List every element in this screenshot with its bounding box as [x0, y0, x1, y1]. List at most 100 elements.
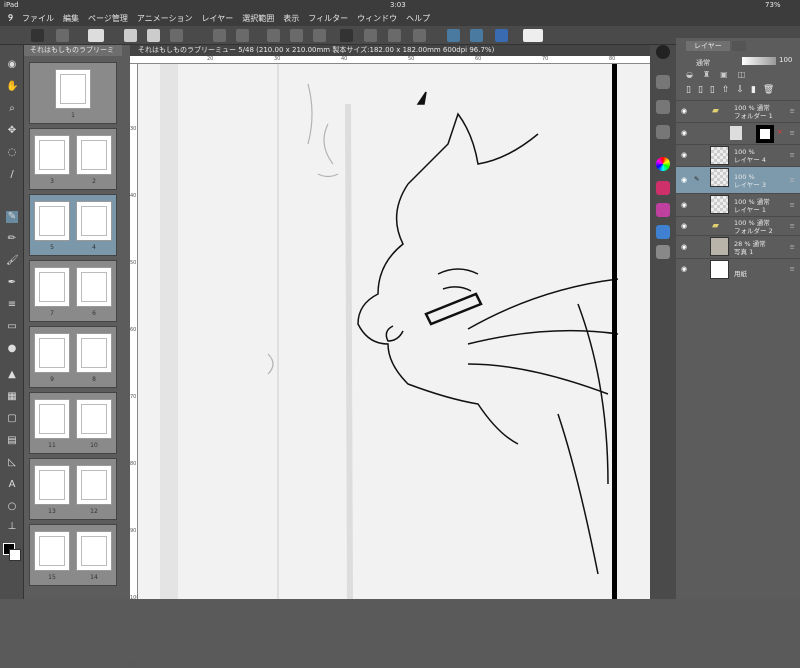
document-tab[interactable]: それはもしものラブリーミュー 5/48 (210.00 x 210.00mm 製… [130, 45, 650, 56]
transform-icon[interactable] [313, 29, 326, 42]
pencil-tool-icon[interactable]: ✏ [6, 233, 18, 245]
page-spread[interactable]: 1 [29, 62, 117, 124]
help-icon[interactable] [523, 29, 543, 42]
move-tool-icon[interactable]: ✥ [6, 125, 18, 137]
visibility-eye-icon[interactable]: ◉ [681, 107, 687, 115]
magnifier-icon[interactable]: ⌕ [6, 103, 18, 115]
quick-access-icon[interactable] [656, 45, 670, 59]
drag-handle-icon[interactable]: ≡ [790, 107, 795, 115]
page-spread[interactable]: 98 [29, 326, 117, 388]
ruler-tool-icon[interactable]: ◺ [6, 457, 18, 469]
layer-row[interactable]: ◉ ✎ 100 % レイヤー 3 ≡ [676, 166, 800, 193]
page-thumbnail[interactable] [76, 201, 112, 241]
page-spread[interactable]: 32 [29, 128, 117, 190]
app-logo-icon[interactable]: ୨ [8, 13, 13, 24]
clear-selection-icon[interactable] [267, 29, 280, 42]
drag-handle-icon[interactable]: ≡ [790, 129, 795, 137]
page-panel-tab[interactable]: それはもしものラブリーミ [24, 45, 122, 56]
pen-tool-icon[interactable]: ✎ [6, 211, 18, 223]
opacity-slider[interactable] [742, 57, 776, 65]
gradient-tool-icon[interactable]: ▦ [6, 391, 18, 403]
layer-lock-icons[interactable]: ◒♜▣◫ [686, 70, 796, 80]
layer-row[interactable]: ◉ ▰ 100 % 通常 フォルダー 2 ≡ [676, 216, 800, 235]
page-thumbnail[interactable] [34, 465, 70, 505]
text-tool-icon[interactable]: A [6, 479, 18, 491]
page-thumbnail[interactable] [34, 333, 70, 373]
zoom-tool-icon[interactable]: ◉ [6, 59, 18, 71]
menu-page[interactable]: ページ管理 [88, 13, 128, 24]
page-thumbnail[interactable] [34, 267, 70, 307]
lasso-tool-icon[interactable]: ◌ [6, 147, 18, 159]
airbrush-tool-icon[interactable]: ✒ [6, 277, 18, 289]
layer-panel-tab[interactable]: レイヤー [686, 41, 730, 51]
menu-edit[interactable]: 編集 [63, 13, 79, 24]
layer-property-tab[interactable] [732, 41, 746, 51]
visibility-eye-icon[interactable]: ◉ [681, 222, 687, 230]
tool-property-icon[interactable] [656, 100, 670, 114]
brush-size-icon[interactable] [656, 125, 670, 139]
drag-handle-icon[interactable]: ≡ [790, 176, 795, 184]
drawing-canvas[interactable] [138, 64, 650, 600]
layer-row[interactable]: ◉ ▰ 100 % 通常 フォルダー 1 ≡ [676, 100, 800, 122]
balloon-tool-icon[interactable]: ○ [6, 501, 18, 513]
page-thumbnail[interactable] [76, 399, 112, 439]
menu-view[interactable]: 表示 [283, 13, 299, 24]
mask-disabled-icon[interactable]: ✕ [777, 128, 782, 136]
menu-animation[interactable]: アニメーション [137, 13, 193, 24]
save-icon[interactable] [170, 29, 183, 42]
menu-filter[interactable]: フィルター [308, 13, 348, 24]
hand-tool-icon[interactable]: ✋ [6, 81, 18, 93]
layer-row[interactable]: ◉ 用紙 ≡ [676, 258, 800, 280]
drag-handle-icon[interactable]: ≡ [790, 201, 795, 209]
grid-snap-icon[interactable] [495, 29, 508, 42]
menu-help[interactable]: ヘルプ [406, 13, 430, 24]
menu-file[interactable]: ファイル [22, 13, 54, 24]
layer-row[interactable]: ◉ 28 % 通常 写真 1 ≡ [676, 235, 800, 258]
page-thumbnail[interactable] [55, 69, 91, 109]
layer-row[interactable]: ◉ ✕ ≡ [676, 122, 800, 144]
layer-row[interactable]: ◉ 100 % 通常 レイヤー 1 ≡ [676, 193, 800, 216]
undo-icon[interactable] [213, 29, 226, 42]
color-history-icon[interactable] [656, 225, 670, 239]
spiral-icon[interactable] [88, 29, 104, 42]
line-tool-icon[interactable]: ⊥ [6, 521, 18, 533]
page-thumbnail[interactable] [34, 135, 70, 175]
page-spread[interactable]: 11 10 [29, 392, 117, 454]
material-icon[interactable] [656, 245, 670, 259]
frame-icon[interactable] [413, 29, 426, 42]
sub-tool-icon[interactable] [656, 75, 670, 89]
page-thumbnail[interactable] [76, 465, 112, 505]
new-file-icon[interactable] [124, 29, 137, 42]
visibility-eye-icon[interactable]: ◉ [681, 265, 687, 273]
page-spread[interactable]: 54 [29, 194, 117, 256]
layer-row[interactable]: ◉ 100 % レイヤー 4 ≡ [676, 144, 800, 166]
color-wheel-icon[interactable] [656, 157, 670, 171]
page-thumbnail[interactable] [34, 531, 70, 571]
grid-menu-icon[interactable] [31, 29, 44, 42]
special-ruler-icon[interactable] [470, 29, 483, 42]
drag-handle-icon[interactable]: ≡ [790, 265, 795, 273]
drag-handle-icon[interactable]: ≡ [790, 222, 795, 230]
menu-layer[interactable]: レイヤー [202, 13, 234, 24]
opacity-value[interactable]: 100 [779, 56, 792, 64]
tone-icon[interactable] [364, 29, 377, 42]
page-spread[interactable]: 13 12 [29, 458, 117, 520]
visibility-eye-icon[interactable]: ◉ [681, 243, 687, 251]
page-thumbnail[interactable] [76, 531, 112, 571]
decoration-tool-icon[interactable]: ≡ [6, 299, 18, 311]
blend-tool-icon[interactable]: ● [6, 343, 18, 355]
drag-handle-icon[interactable]: ≡ [790, 151, 795, 159]
eyedropper-icon[interactable]: / [6, 169, 18, 181]
brush-tool-icon[interactable]: 🖌 [6, 255, 19, 267]
crop-icon[interactable] [340, 29, 353, 42]
redo-icon[interactable] [236, 29, 249, 42]
select-icon[interactable] [56, 29, 69, 42]
blend-mode-select[interactable]: 通常 [696, 58, 710, 68]
visibility-eye-icon[interactable]: ◉ [681, 129, 687, 137]
layer-action-icons[interactable]: ▯▯▯⇧⇩▮🗑 [686, 85, 796, 97]
visibility-eye-icon[interactable]: ◉ [681, 151, 687, 159]
visibility-eye-icon[interactable]: ◉ [681, 201, 687, 209]
ruler-snap-icon[interactable] [447, 29, 460, 42]
fill-tool-icon[interactable]: ▲ [6, 369, 18, 381]
fill-icon[interactable] [290, 29, 303, 42]
